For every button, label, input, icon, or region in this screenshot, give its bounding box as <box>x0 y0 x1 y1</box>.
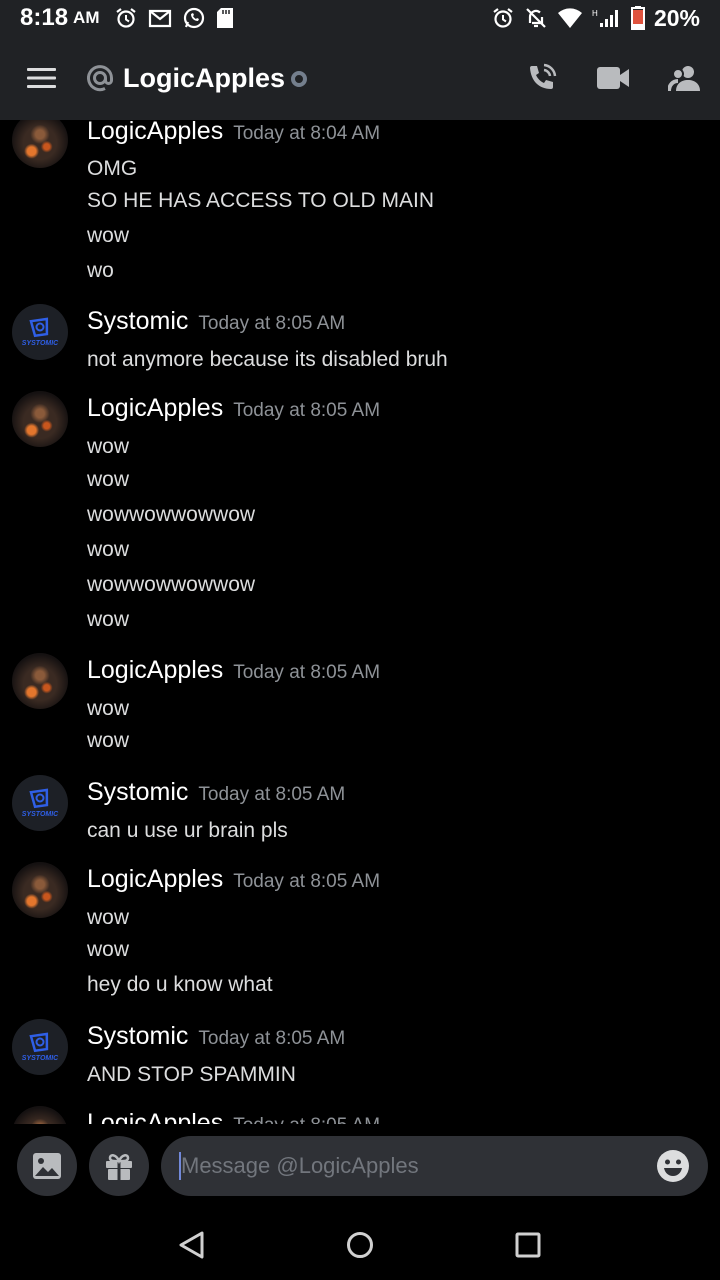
message-text: OMG <box>87 157 138 180</box>
avatar[interactable] <box>12 391 68 447</box>
status-time: 8:18 <box>20 4 69 31</box>
avatar-text: SYSTOMIC <box>21 1055 59 1062</box>
message-header: Systomic Today at 8:05 AM <box>87 778 345 807</box>
home-icon <box>347 1232 373 1258</box>
message-text: not anymore because its disabled bruh <box>87 348 448 371</box>
message-input[interactable]: Message @LogicApples <box>161 1136 708 1196</box>
message-text: wow <box>87 729 130 752</box>
avatar[interactable]: SYSTOMIC <box>12 1019 68 1075</box>
wifi-icon <box>557 8 582 28</box>
mute-icon <box>526 8 546 28</box>
menu-button[interactable] <box>21 57 63 99</box>
message-timestamp: Today at 8:05 AM <box>233 871 381 892</box>
message-text: wow <box>87 538 130 561</box>
message-text: hey do u know what <box>87 973 273 996</box>
at-icon <box>85 63 115 93</box>
author-name[interactable]: Systomic <box>87 307 188 336</box>
avatar[interactable] <box>12 1106 68 1124</box>
author-name[interactable]: LogicApples <box>87 656 223 685</box>
back-button[interactable] <box>174 1228 208 1262</box>
message-timestamp: Today at 8:05 AM <box>198 313 346 334</box>
message-text: SO HE HAS ACCESS TO OLD MAIN <box>87 189 434 212</box>
message-placeholder: Message @LogicApples <box>181 1153 419 1178</box>
page-title: LogicApples <box>123 62 286 93</box>
message-timestamp: Today at 8:05 AM <box>233 662 381 683</box>
sd-card-icon <box>216 8 233 28</box>
offline-status-icon <box>291 71 308 87</box>
notification-icons <box>114 6 234 30</box>
message-text: wowwowwowwow <box>87 573 256 596</box>
message-list[interactable]: LogicApples Today at 8:04 AM OMG SO HE H… <box>0 120 720 1124</box>
systomic-logo-icon <box>29 1032 49 1053</box>
attach-image-button[interactable] <box>17 1136 77 1196</box>
members-icon[interactable] <box>668 63 702 93</box>
message-timestamp: Today at 8:05 AM <box>233 1115 380 1124</box>
message-composer: Message @LogicApples <box>0 1124 720 1210</box>
author-name[interactable]: LogicApples <box>87 394 223 423</box>
message-text: wow <box>87 938 130 961</box>
message-text: wow <box>87 224 130 247</box>
system-status-icons: H 20% <box>491 5 700 32</box>
message-timestamp: Today at 8:05 AM <box>233 400 381 421</box>
message-text: can u use ur brain pls <box>87 819 288 842</box>
message-header: Systomic Today at 8:05 AM <box>87 307 345 336</box>
message-text: wow <box>87 608 130 631</box>
avatar[interactable]: SYSTOMIC <box>12 304 68 360</box>
battery-icon <box>630 6 645 30</box>
recents-button[interactable] <box>511 1228 545 1262</box>
gift-button[interactable] <box>89 1136 149 1196</box>
back-icon <box>179 1231 204 1259</box>
signal-icon: H <box>592 9 618 27</box>
avatar[interactable]: SYSTOMIC <box>12 775 68 831</box>
message-text: wowwowwowwow <box>87 503 256 526</box>
author-name[interactable]: LogicApples <box>87 120 223 146</box>
battery-percent: 20% <box>653 4 700 31</box>
message-timestamp: Today at 8:05 AM <box>198 1028 346 1049</box>
author-name[interactable]: LogicApples <box>87 865 223 894</box>
message-header: LogicApples Today at 8:05 AM <box>87 656 380 685</box>
author-name[interactable]: Systomic <box>87 1022 188 1051</box>
avatar-text: SYSTOMIC <box>21 340 59 347</box>
menu-icon <box>27 68 56 88</box>
message-timestamp: Today at 8:04 AM <box>233 123 381 144</box>
gift-icon <box>106 1154 132 1180</box>
image-icon <box>33 1153 61 1179</box>
alarm-icon <box>493 8 513 28</box>
message-header: LogicApples Today at 8:04 AM <box>87 120 380 146</box>
alarm-icon <box>115 8 136 28</box>
header-actions <box>526 62 702 94</box>
message-text: wow <box>87 697 130 720</box>
avatar[interactable] <box>12 653 68 709</box>
emoji-icon[interactable] <box>656 1149 690 1183</box>
avatar[interactable] <box>12 120 68 168</box>
svg-text:H: H <box>592 9 598 18</box>
author-name[interactable]: LogicApples <box>87 1109 223 1124</box>
message-timestamp: Today at 8:05 AM <box>198 784 346 805</box>
status-bar: 8:18 AM H 20% <box>0 0 720 36</box>
message-header: LogicApples Today at 8:05 AM <box>87 394 380 423</box>
home-button[interactable] <box>343 1228 377 1262</box>
gmail-icon <box>148 9 171 28</box>
message-text: wo <box>87 259 114 282</box>
status-ampm: AM <box>73 8 100 27</box>
avatar[interactable] <box>12 862 68 918</box>
message-text: wow <box>87 468 130 491</box>
system-nav-bar <box>0 1210 720 1280</box>
message-header: LogicApples Today at 8:05 AM <box>87 1109 380 1124</box>
message-text: AND STOP SPAMMIN <box>87 1063 296 1086</box>
author-name[interactable]: Systomic <box>87 778 188 807</box>
video-icon[interactable] <box>596 65 630 91</box>
recents-icon <box>515 1232 541 1258</box>
call-icon[interactable] <box>526 62 558 94</box>
message-text: wow <box>87 906 130 929</box>
systomic-logo-icon <box>29 788 49 809</box>
systomic-logo-icon <box>29 317 49 338</box>
message-header: LogicApples Today at 8:05 AM <box>87 865 380 894</box>
message-text: wow <box>87 435 130 458</box>
whatsapp-icon <box>183 7 204 29</box>
message-header: Systomic Today at 8:05 AM <box>87 1022 345 1051</box>
avatar-text: SYSTOMIC <box>21 811 59 818</box>
channel-header: LogicApples <box>0 36 720 120</box>
